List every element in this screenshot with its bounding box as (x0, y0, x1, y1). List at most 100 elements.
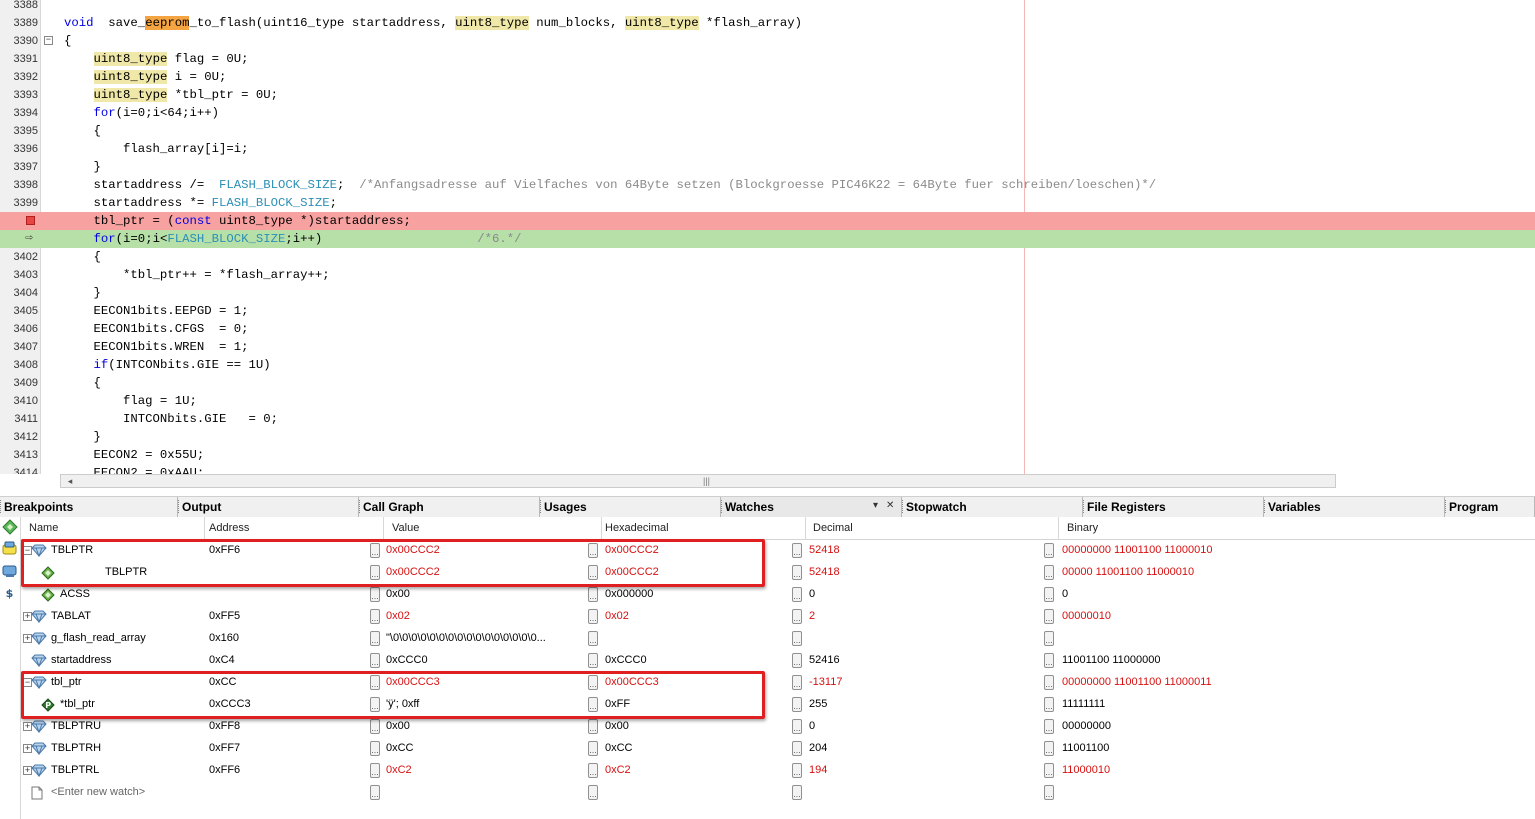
editor-horizontal-scrollbar[interactable]: ◂ ||| (60, 474, 1336, 488)
tab-call-graph[interactable]: Call Graph (359, 497, 540, 517)
line-number[interactable]: 3404 (0, 284, 38, 302)
code-line[interactable]: 3407 EECON1bits.WREN = 1; (0, 338, 1535, 356)
code-text[interactable]: *tbl_ptr++ = *flash_array++; (64, 266, 330, 284)
line-number[interactable]: 3409 (0, 374, 38, 392)
line-number[interactable]: 3403 (0, 266, 38, 284)
edit-value-button[interactable]: … (370, 741, 380, 756)
code-text[interactable]: EECON1bits.EEPGD = 1; (64, 302, 249, 320)
code-text[interactable]: EECON2 = 0x55U; (64, 446, 205, 464)
column-resize-handle[interactable] (601, 517, 602, 539)
code-text[interactable]: tbl_ptr = (const uint8_type *)startaddre… (64, 212, 411, 230)
code-line[interactable]: 3391 uint8_type flag = 0U; (0, 50, 1535, 68)
line-number[interactable]: 3412 (0, 428, 38, 446)
code-text[interactable]: EECON1bits.CFGS = 0; (64, 320, 249, 338)
edit-value-button[interactable]: … (588, 565, 598, 580)
code-line[interactable]: 3397 } (0, 158, 1535, 176)
edit-value-button[interactable]: … (1044, 741, 1054, 756)
edit-value-button[interactable]: … (370, 653, 380, 668)
line-number[interactable]: 3396 (0, 140, 38, 158)
new-runtime-watch-icon[interactable] (1, 541, 18, 558)
line-number[interactable]: 3407 (0, 338, 38, 356)
edit-value-button[interactable]: … (1044, 587, 1054, 602)
watch-row[interactable]: − TBLPTR 0xFF6 0x00CCC2 0x00CCC2 52418 0000000… (21, 540, 1535, 562)
line-number[interactable]: 3390 (0, 32, 38, 50)
line-number[interactable]: 3395 (0, 122, 38, 140)
edit-value-button[interactable]: … (370, 763, 380, 778)
code-text[interactable]: flag = 1U; (64, 392, 197, 410)
breakpoint-line[interactable]: tbl_ptr = (const uint8_type *)startaddre… (0, 212, 1535, 230)
column-header-address[interactable]: Address (209, 522, 249, 534)
column-resize-handle[interactable] (1058, 517, 1059, 539)
code-line[interactable]: 3394 for(i=0;i<64;i++) (0, 104, 1535, 122)
column-header-name[interactable]: Name (29, 522, 58, 534)
line-number[interactable]: 3411 (0, 410, 38, 428)
edit-value-button[interactable]: … (792, 675, 802, 690)
dollar-icon[interactable]: $ (1, 585, 18, 602)
enter-new-watch-row[interactable]: <Enter new watch>………… (21, 782, 1535, 804)
column-header-decimal[interactable]: Decimal (813, 522, 853, 534)
new-watch-icon[interactable] (1, 519, 18, 536)
edit-value-button[interactable]: … (370, 719, 380, 734)
edit-value-button[interactable]: … (1044, 631, 1054, 646)
line-number[interactable]: 3406 (0, 320, 38, 338)
code-line[interactable]: 3399 startaddress *= FLASH_BLOCK_SIZE; (0, 194, 1535, 212)
code-text[interactable]: { (64, 122, 101, 140)
code-text[interactable]: if(INTCONbits.GIE == 1U) (64, 356, 271, 374)
edit-value-button[interactable]: … (370, 675, 380, 690)
edit-value-button[interactable]: … (588, 697, 598, 712)
watch-row[interactable]: TBLPTR 0x00CCC2 0x00CCC2 52418 00000 1100110… (21, 562, 1535, 584)
edit-value-button[interactable]: … (370, 697, 380, 712)
code-line[interactable]: 3410 flag = 1U; (0, 392, 1535, 410)
watch-row[interactable]: + g_flash_read_array 0x160 "\0\0\0\0\0\0\0\… (21, 628, 1535, 650)
edit-value-button[interactable]: … (588, 763, 598, 778)
edit-value-button[interactable]: … (792, 763, 802, 778)
code-text[interactable]: uint8_type i = 0U; (64, 68, 226, 86)
column-header-value[interactable]: Value (392, 522, 419, 534)
column-header-binary[interactable]: Binary (1067, 522, 1098, 534)
code-line[interactable]: 3388 (0, 0, 1535, 14)
edit-value-button[interactable]: … (1044, 675, 1054, 690)
edit-value-button[interactable]: … (370, 587, 380, 602)
code-line[interactable]: 3392 uint8_type i = 0U; (0, 68, 1535, 86)
code-text[interactable]: { (64, 32, 71, 50)
line-number[interactable]: 3399 (0, 194, 38, 212)
line-number[interactable]: 3398 (0, 176, 38, 194)
edit-value-button[interactable]: … (1044, 543, 1054, 558)
tab-file-registers[interactable]: File Registers (1083, 497, 1264, 517)
watch-row[interactable]: + TABLAT 0xFF5 0x02 0x02 2 00000010………… (21, 606, 1535, 628)
watch-properties-icon[interactable] (1, 563, 18, 580)
edit-value-button[interactable]: … (588, 609, 598, 624)
code-line[interactable]: 3409 { (0, 374, 1535, 392)
line-number[interactable]: 3410 (0, 392, 38, 410)
edit-value-button[interactable]: … (588, 741, 598, 756)
column-resize-handle[interactable] (805, 517, 806, 539)
line-number[interactable]: 3388 (0, 0, 38, 14)
tab-output[interactable]: Output (178, 497, 359, 517)
watch-row[interactable]: startaddress 0xC4 0xCCC0 0xCCC0 52416 1100110… (21, 650, 1535, 672)
code-text[interactable]: } (64, 284, 101, 302)
edit-value-button[interactable]: … (1044, 763, 1054, 778)
tab-watches[interactable]: Watches ▾ ✕ (721, 497, 902, 517)
code-text[interactable]: } (64, 158, 101, 176)
column-resize-handle[interactable] (204, 517, 205, 539)
code-line[interactable]: 3412 } (0, 428, 1535, 446)
edit-value-button[interactable]: … (370, 609, 380, 624)
edit-value-button[interactable]: … (792, 609, 802, 624)
code-line[interactable]: 3406 EECON1bits.CFGS = 0; (0, 320, 1535, 338)
edit-value-button[interactable]: … (370, 565, 380, 580)
code-line[interactable]: 3389 void save_eeprom_to_flash(uint16_typ… (0, 14, 1535, 32)
code-text[interactable]: } (64, 428, 101, 446)
edit-value-button[interactable]: … (792, 741, 802, 756)
edit-value-button[interactable]: … (792, 785, 802, 800)
edit-value-button[interactable]: … (792, 653, 802, 668)
line-number[interactable]: 3397 (0, 158, 38, 176)
code-line[interactable]: 3398 startaddress /= FLASH_BLOCK_SIZE; /… (0, 176, 1535, 194)
code-line[interactable]: 3403 *tbl_ptr++ = *flash_array++; (0, 266, 1535, 284)
tab-close-icon[interactable]: ✕ (886, 500, 894, 511)
watch-row[interactable]: + TBLPTRL 0xFF6 0xC2 0xC2 194 11000010………… (21, 760, 1535, 782)
code-line[interactable]: 3414 EECON2 = 0xAAU; (0, 464, 1535, 474)
code-editor[interactable]: 3388 3389 void save_eeprom_to_flash(uint16… (0, 0, 1535, 474)
code-line[interactable]: 3405 EECON1bits.EEPGD = 1; (0, 302, 1535, 320)
code-text[interactable]: EECON1bits.WREN = 1; (64, 338, 249, 356)
line-number[interactable]: 3408 (0, 356, 38, 374)
